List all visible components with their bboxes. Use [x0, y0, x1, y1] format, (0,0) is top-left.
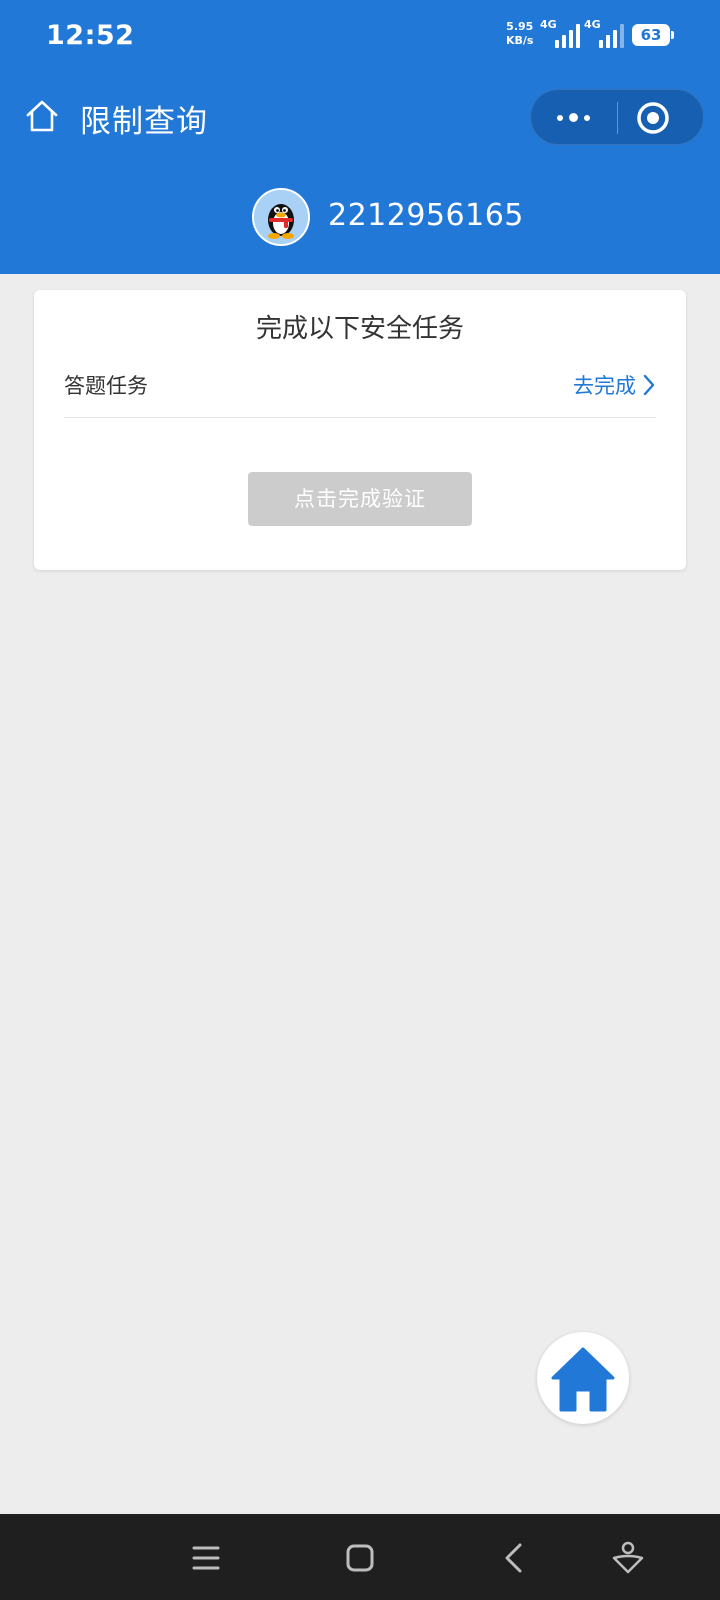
- square-home-icon: [346, 1544, 374, 1572]
- signal-sim1-icon: 4G: [540, 18, 580, 48]
- back-button[interactable]: [494, 1538, 534, 1578]
- page-title: 限制查询: [80, 104, 208, 140]
- more-dots-icon: [557, 115, 563, 121]
- qq-penguin-icon: [254, 190, 308, 244]
- assistant-icon: [612, 1541, 644, 1574]
- verify-button[interactable]: 点击完成验证: [248, 472, 472, 526]
- app-header: 限制查询 2212956165: [0, 72, 720, 274]
- mini-program-capsule: [530, 89, 704, 145]
- assistant-button[interactable]: [608, 1538, 648, 1578]
- task-action-link[interactable]: 去完成: [573, 370, 656, 400]
- battery-indicator: 63: [632, 24, 674, 46]
- more-button[interactable]: [531, 90, 617, 146]
- back-icon: [505, 1543, 522, 1573]
- capsule-divider: [617, 102, 618, 134]
- chevron-right-icon: [643, 374, 655, 396]
- network-speed: 5.95 KB/s: [506, 20, 533, 48]
- task-label: 答题任务: [64, 374, 148, 398]
- close-mini-program-button[interactable]: [635, 100, 671, 136]
- task-row-quiz[interactable]: 答题任务 去完成: [64, 370, 656, 418]
- floating-home-button[interactable]: [537, 1332, 629, 1424]
- home-outline-icon[interactable]: [24, 98, 60, 134]
- task-action-label: 去完成: [573, 374, 636, 398]
- menu-button[interactable]: [186, 1538, 226, 1578]
- status-bar: 12:52 5.95 KB/s 4G 4G 63: [0, 0, 720, 72]
- home-icon: [551, 1347, 615, 1412]
- account-id: 2212956165: [328, 198, 524, 233]
- signal-sim2-icon: 4G: [584, 18, 624, 48]
- security-task-card: 完成以下安全任务 答题任务 去完成 点击完成验证: [34, 290, 686, 570]
- target-close-icon: [637, 102, 669, 134]
- card-title: 完成以下安全任务: [255, 314, 464, 344]
- system-nav-bar: [0, 1514, 720, 1600]
- avatar: [252, 188, 310, 246]
- network-speed-unit: KB/s: [506, 34, 534, 47]
- home-nav-button[interactable]: [340, 1538, 380, 1578]
- menu-icon: [192, 1546, 220, 1570]
- network-speed-value: 5.95: [506, 20, 534, 33]
- status-time: 12:52: [46, 20, 135, 51]
